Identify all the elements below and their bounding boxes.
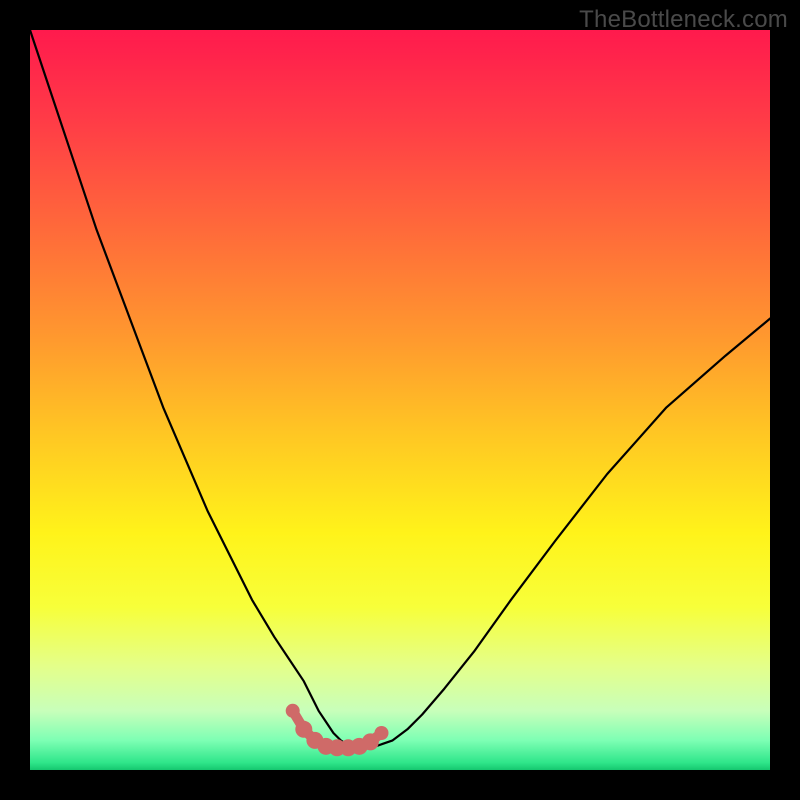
trough-markers [286, 704, 389, 757]
watermark-text: TheBottleneck.com [579, 6, 788, 34]
curve-svg [30, 30, 770, 770]
bottleneck-curve [30, 30, 770, 748]
trough-marker [286, 704, 300, 718]
chart-frame: TheBottleneck.com [0, 0, 800, 800]
trough-marker [375, 726, 389, 740]
plot-area [30, 30, 770, 770]
